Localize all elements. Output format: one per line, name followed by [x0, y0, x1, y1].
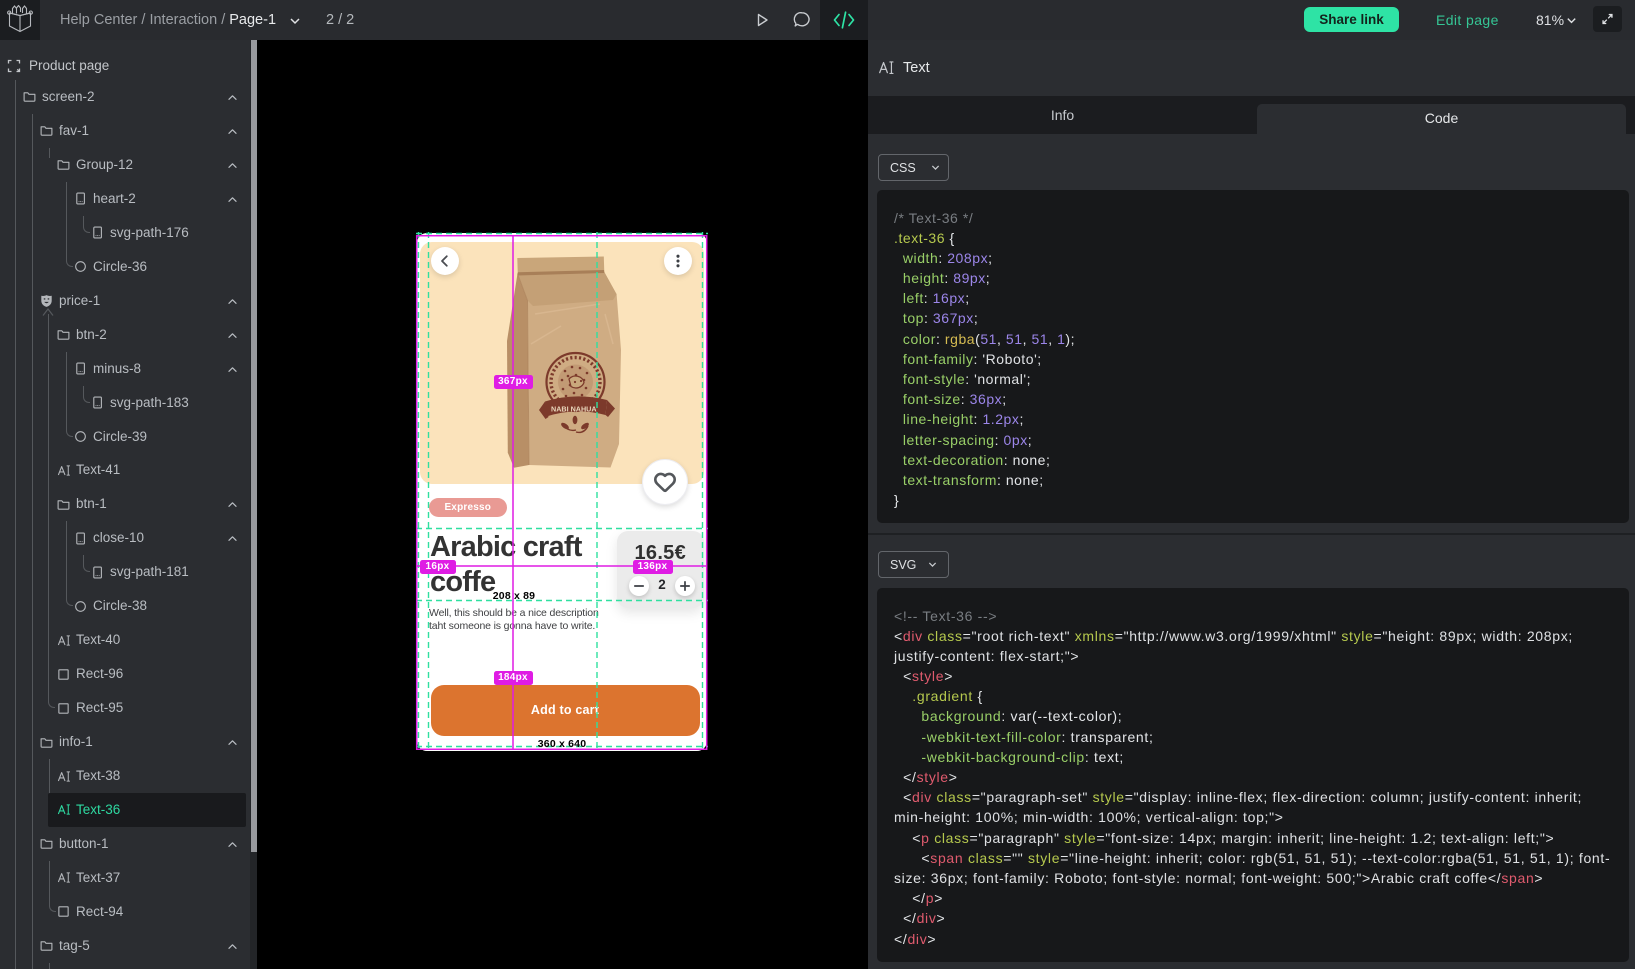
svg-text:NABI NAHUA: NABI NAHUA [551, 405, 597, 414]
